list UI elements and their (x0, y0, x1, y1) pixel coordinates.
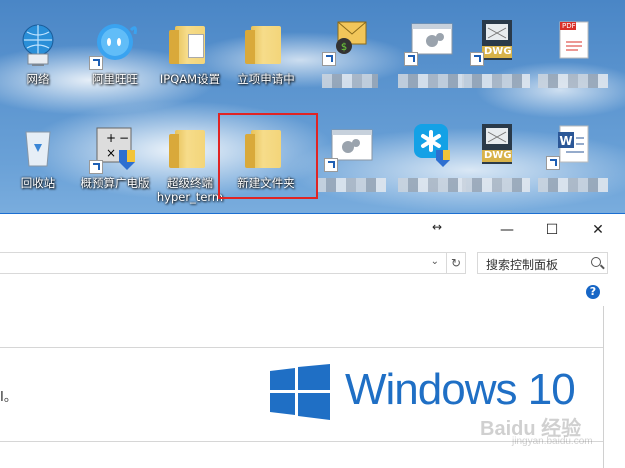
pdf-app-desktop-icon[interactable]: PDF (532, 16, 612, 88)
search-input[interactable]: 搜索控制面板 (477, 252, 608, 274)
selection-highlight (218, 113, 318, 199)
svg-text:W: W (559, 134, 572, 148)
mail-app-desktop-icon[interactable]: $ (308, 16, 388, 88)
window-gear-icon (404, 16, 454, 66)
blurred-label (462, 74, 530, 88)
title-bar[interactable]: ↔ — ☐ ✕ (0, 214, 625, 246)
folder-icon (166, 20, 214, 68)
blurred-label (322, 74, 378, 88)
envelope-icon: $ (322, 16, 372, 66)
network-desktop-icon[interactable]: 网络 (0, 20, 78, 86)
blurred-label (398, 178, 466, 192)
dwg-file-icon: DWG (470, 16, 520, 66)
dwg-file-icon: DWG (472, 120, 520, 168)
blurred-label (538, 74, 608, 88)
budget-label: 概预算广电版 (80, 176, 150, 190)
shortcut-arrow-icon (324, 158, 338, 172)
svg-text:+: + (106, 131, 116, 145)
blurred-label (316, 178, 386, 192)
word-file-icon: W (546, 120, 596, 170)
watermark-url: jingyan.baidu.com (512, 436, 593, 447)
project-apply-desktop-icon[interactable]: 立项申请中 (226, 20, 306, 86)
pdf-file-icon: PDF (548, 16, 596, 64)
resize-cursor-icon: ↔ (432, 220, 443, 234)
network-icon (14, 20, 62, 68)
minimize-button[interactable]: — (484, 214, 530, 246)
help-button[interactable]: ? (586, 285, 600, 299)
control-panel-window: ↔ — ☐ ✕ ⌄ ↻ 搜索控制面板 ? I。 Windows 10 Baidu… (0, 213, 625, 468)
search-icon (591, 257, 601, 267)
dwg-app-desktop-icon[interactable]: DWG (456, 16, 536, 88)
ipqam-desktop-icon[interactable]: IPQAM设置 (150, 20, 230, 86)
dwg-app-2-desktop-icon[interactable]: DWG (456, 120, 536, 192)
close-button[interactable]: ✕ (575, 214, 621, 246)
word-app-desktop-icon[interactable]: W (532, 120, 612, 192)
recycle-bin-icon (14, 124, 62, 172)
svg-text:$: $ (341, 42, 347, 53)
address-bar[interactable]: ⌄ (0, 252, 466, 274)
calculator-icon: + − × (89, 124, 139, 174)
shortcut-arrow-icon (322, 52, 336, 66)
blurred-label (398, 74, 464, 88)
star-shield-icon (406, 120, 454, 168)
shortcut-arrow-icon (546, 156, 560, 170)
windows-logo-icon (270, 364, 330, 420)
folder-icon (166, 124, 214, 172)
shortcut-arrow-icon (89, 56, 103, 70)
dwg-text: DWG (484, 150, 512, 161)
recycle-bin-desktop-icon[interactable]: 回收站 (0, 124, 78, 190)
project-apply-label: 立项申请中 (237, 72, 295, 86)
aliwangwang-label: 阿里旺旺 (92, 72, 138, 86)
divider (0, 347, 603, 348)
search-placeholder: 搜索控制面板 (486, 258, 559, 272)
truncated-text: I。 (0, 390, 17, 405)
blurred-label (538, 178, 608, 192)
dwg-text: DWG (484, 46, 512, 57)
aliwangwang-icon (89, 20, 139, 70)
shortcut-arrow-icon (470, 52, 484, 66)
settings-app-2-desktop-icon[interactable] (310, 122, 390, 192)
windows-brand-text: Windows 10 (345, 365, 576, 414)
budget-desktop-icon[interactable]: + − × 概预算广电版 (75, 124, 155, 190)
recycle-bin-label: 回收站 (20, 176, 56, 190)
blurred-label (462, 178, 530, 192)
chevron-down-icon[interactable]: ⌄ (431, 256, 439, 267)
shortcut-arrow-icon (404, 52, 418, 66)
ipqam-label: IPQAM设置 (159, 72, 221, 86)
maximize-button[interactable]: ☐ (529, 214, 575, 246)
pdf-text: PDF (562, 22, 576, 30)
shortcut-arrow-icon (89, 160, 103, 174)
network-label: 网络 (26, 72, 50, 86)
folder-icon (242, 20, 290, 68)
svg-text:−: − (119, 131, 129, 145)
divider (603, 306, 604, 468)
window-gear-icon (324, 122, 374, 172)
svg-text:×: × (106, 146, 116, 160)
aliwangwang-desktop-icon[interactable]: 阿里旺旺 (75, 20, 155, 86)
refresh-button[interactable]: ↻ (446, 252, 466, 274)
